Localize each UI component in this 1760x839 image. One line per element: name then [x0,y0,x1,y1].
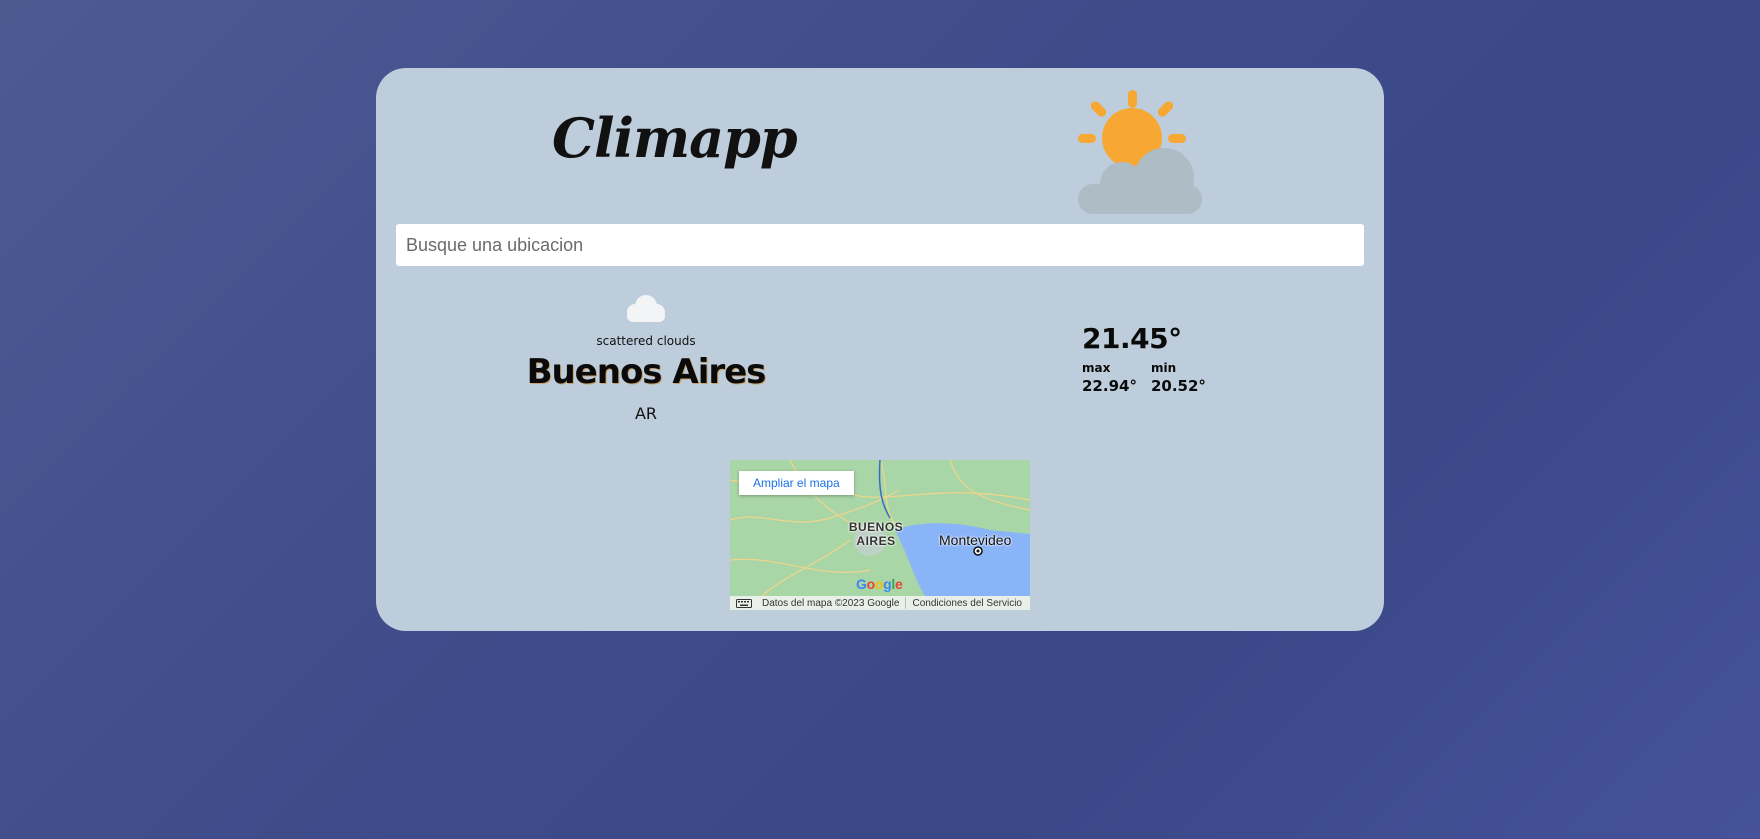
map-label-buenos-aires: BUENOS AIRES [848,520,904,548]
embedded-map[interactable]: Ampliar el mapa BUENOS AIRES Montevideo … [730,460,1030,610]
min-label: min [1150,361,1177,375]
app-title: Climapp [552,106,798,170]
map-terms-link[interactable]: Condiciones del Servicio [912,598,1022,609]
footer-divider [905,597,907,609]
max-value: 22.94° [1082,377,1137,395]
map-label-montevideo: Montevideo [939,532,1012,548]
weather-summary: scattered clouds Buenos Aires AR [526,292,766,423]
current-temperature: 21.45° [1082,322,1182,355]
map-footer: Datos del mapa ©2023 Google Condiciones … [730,596,1030,610]
sun-behind-cloud-icon [1078,90,1202,214]
temperature-panel: 21.45° max 22.94° min 20.52° [1082,322,1242,395]
max-label: max [1082,361,1111,375]
search-input[interactable] [396,224,1364,266]
weather-card: Climapp scattered clouds Buenos Ai [376,68,1384,631]
map-data-attribution[interactable]: Datos del mapa ©2023 Google [762,598,899,609]
cloud-icon [627,295,665,322]
city-name: Buenos Aires [526,352,767,392]
keyboard-icon[interactable] [736,598,752,608]
expand-map-button[interactable]: Ampliar el mapa [739,471,854,495]
min-max-temperatures: max 22.94° min 20.52° [1082,361,1242,395]
google-logo: Google [856,576,903,592]
min-temperature: min 20.52° [1151,361,1206,395]
weather-description: scattered clouds [596,334,696,348]
max-temperature: max 22.94° [1082,361,1137,395]
min-value: 20.52° [1150,377,1206,395]
country-code: AR [634,404,658,423]
